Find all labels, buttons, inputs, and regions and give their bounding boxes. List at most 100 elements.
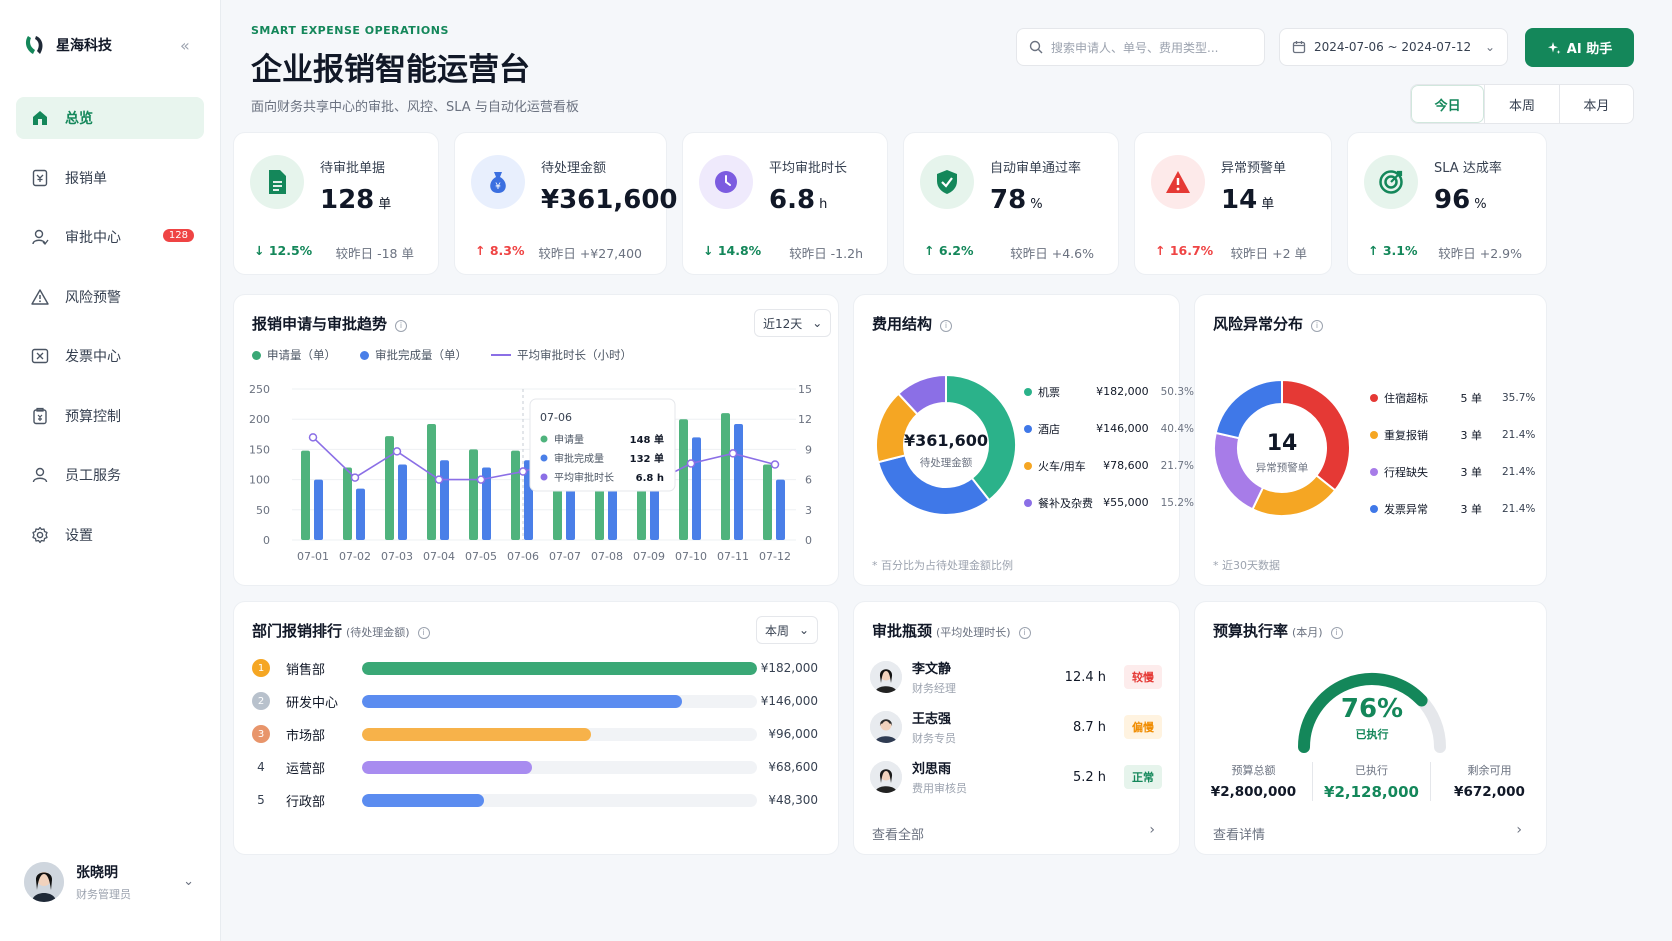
x-tick-label: 07-08 xyxy=(591,550,623,563)
rank-badge: 3 xyxy=(252,725,270,743)
sidebar-item-risk[interactable]: 风险预警 xyxy=(16,276,204,318)
legend-row[interactable]: 机票 ¥182,000 50.3% xyxy=(1024,373,1194,410)
bar-apply xyxy=(427,424,436,540)
legend-row[interactable]: 住宿超标 5 单 35.7% xyxy=(1370,379,1545,416)
progress-track xyxy=(362,661,757,675)
info-icon[interactable]: i xyxy=(417,627,430,639)
ranking-row[interactable]: 4 运营部 ¥68,600 xyxy=(252,757,818,777)
money-bag-icon: ¥ xyxy=(471,155,525,209)
bar-done xyxy=(776,479,785,540)
bar-done xyxy=(734,424,743,540)
kpi-card-pending-amount[interactable]: ¥ 待处理金额 ¥361,600 ↑ 8.3% 较昨日 +¥27,400 xyxy=(454,132,678,275)
legend-row[interactable]: 发票异常 3 单 21.4% xyxy=(1370,490,1545,527)
card-title: 审批瓶颈 (平均处理时长) i xyxy=(872,620,1031,641)
date-range-value: 2024-07-06 ~ 2024-07-12 xyxy=(1314,40,1472,54)
sidebar-item-label: 报销单 xyxy=(65,170,107,187)
ranking-row[interactable]: 1 销售部 ¥182,000 xyxy=(252,658,818,678)
period-tab-today[interactable]: 今日 xyxy=(1411,85,1485,123)
clock-icon xyxy=(699,155,753,209)
donut-center-value: ¥361,600 xyxy=(903,431,988,450)
sidebar-item-label: 员工服务 xyxy=(65,468,121,484)
ranking-row[interactable]: 2 研发中心 ¥146,000 xyxy=(252,691,818,711)
sidebar-item-budget[interactable]: 预算控制 xyxy=(16,395,204,437)
point-avg-time xyxy=(308,433,318,442)
kpi-card-risk-alerts[interactable]: 异常预警单 14 单 ↑ 16.7% 较昨日 +2 单 xyxy=(1134,132,1332,275)
view-all-link[interactable]: 查看全部 xyxy=(872,824,924,843)
brand-logo[interactable]: 星海科技 xyxy=(22,32,112,58)
approver-role: 财务专员 xyxy=(912,732,956,745)
trend-chart-card: 报销申请与审批趋势 i 近12天 ⌄ 申请量（单） 审批完成量（单） 平均审批时长（… xyxy=(233,294,839,586)
bottleneck-row[interactable]: 王志强 财务专员 8.7 h 偏慢 xyxy=(870,708,1162,746)
dept-name: 研发中心 xyxy=(286,695,339,711)
bar-apply xyxy=(469,449,478,540)
avatar xyxy=(24,862,64,902)
period-tab-week[interactable]: 本周 xyxy=(1484,85,1558,123)
x-tick-label: 07-06 xyxy=(507,550,539,563)
kpi-card-avg-time[interactable]: 平均审批时长 6.8 h ↓ 14.8% 较昨日 -1.2h xyxy=(682,132,888,275)
legend-row[interactable]: 行程缺失 3 单 21.4% xyxy=(1370,453,1545,490)
point-avg-time xyxy=(518,467,528,476)
bottleneck-row[interactable]: 刘思雨 费用审核员 5.2 h 正常 xyxy=(870,758,1162,796)
info-icon[interactable]: i xyxy=(940,320,953,332)
shield-check-icon xyxy=(920,155,974,209)
sidebar-item-label: 设置 xyxy=(65,527,93,544)
dept-name: 行政部 xyxy=(286,794,326,810)
kpi-trend: ↑ 8.3% xyxy=(475,243,525,258)
bar-apply xyxy=(679,419,688,540)
user-icon xyxy=(29,464,51,486)
chevron-right-icon[interactable]: › xyxy=(1149,822,1155,838)
main-content: SMART EXPENSE OPERATIONS 企业报销智能运营台 面向财务共… xyxy=(221,0,1672,941)
kpi-value: ¥361,600 xyxy=(541,185,678,215)
approver-role: 财务经理 xyxy=(912,682,956,695)
ranking-period-select[interactable]: 本周 ⌄ xyxy=(756,616,819,644)
donut-center-label: 待处理金额 xyxy=(919,457,973,469)
progress-fill xyxy=(362,661,757,675)
chevron-down-icon: ⌄ xyxy=(1484,40,1495,54)
legend-row[interactable]: 重复报销 3 单 21.4% xyxy=(1370,416,1545,453)
chevron-down-icon[interactable]: ⌄ xyxy=(183,874,194,889)
kpi-trend: ↑ 6.2% xyxy=(924,243,974,258)
legend-row[interactable]: 酒店 ¥146,000 40.4% xyxy=(1024,410,1194,447)
kpi-compare: 较昨日 +2.9% xyxy=(1438,246,1522,261)
bottleneck-row[interactable]: 李文静 财务经理 12.4 h 较慢 xyxy=(870,658,1162,696)
sidebar-item-employee[interactable]: 员工服务 xyxy=(16,454,204,496)
info-icon[interactable]: i xyxy=(1330,627,1343,639)
period-tab-month[interactable]: 本月 xyxy=(1558,85,1633,123)
chevron-right-icon[interactable]: › xyxy=(1516,822,1522,838)
sidebar-item-overview[interactable]: 总览 xyxy=(16,97,204,139)
dept-ranking-card: 部门报销排行 (待处理金额) i 本周 ⌄ 1 销售部 ¥182,000 2 研发中心 ¥146… xyxy=(233,601,839,855)
progress-track xyxy=(362,793,757,807)
approver-role: 费用审核员 xyxy=(912,782,967,795)
kpi-value: 78% xyxy=(990,185,1043,215)
ai-assistant-button[interactable]: AI 助手 xyxy=(1525,28,1634,67)
user-profile[interactable]: 张晓明 财务管理员 ⌄ xyxy=(24,862,194,902)
info-icon[interactable]: i xyxy=(1311,320,1324,332)
chart-tooltip: 07-06 申请量 148 单审批完成量 132 单平均审批时长 6.8 h xyxy=(529,398,676,492)
kpi-card-auto-pass[interactable]: 自动审单通过率 78% ↑ 6.2% 较昨日 +4.6% xyxy=(903,132,1119,275)
kpi-label: SLA 达成率 xyxy=(1434,161,1502,176)
date-range-picker[interactable]: 2024-07-06 ~ 2024-07-12 ⌄ xyxy=(1279,28,1508,66)
sidebar-item-approval[interactable]: 审批中心 128 xyxy=(16,216,204,258)
kpi-card-pending-docs[interactable]: 待审批单据 128 单 ↓ 12.5% 较昨日 -18 单 xyxy=(233,132,439,275)
ranking-row[interactable]: 3 市场部 ¥96,000 xyxy=(252,724,818,744)
legend-row[interactable]: 餐补及杂费 ¥55,000 15.2% xyxy=(1024,484,1194,521)
sidebar-item-invoice[interactable]: 发票中心 xyxy=(16,335,204,377)
x-tick-label: 07-12 xyxy=(759,550,791,563)
legend-row[interactable]: 火车/用车 ¥78,600 21.7% xyxy=(1024,447,1194,484)
dept-amount: ¥146,000 xyxy=(760,694,818,708)
target-icon xyxy=(1364,155,1418,209)
sidebar-item-settings[interactable]: 设置 xyxy=(16,514,204,556)
calendar-icon xyxy=(1292,41,1306,54)
kpi-trend: ↓ 12.5% xyxy=(254,243,313,258)
kpi-card-sla[interactable]: SLA 达成率 96% ↑ 3.1% 较昨日 +2.9% xyxy=(1347,132,1547,275)
info-icon[interactable]: i xyxy=(1018,627,1031,639)
chart-note: * 百分比为占待处理金额比例 xyxy=(872,559,1013,572)
search-input[interactable]: 搜索申请人、单号、费用类型... xyxy=(1016,28,1265,66)
avatar xyxy=(870,711,902,743)
view-details-link[interactable]: 查看详情 xyxy=(1213,824,1265,843)
collapse-sidebar-icon[interactable]: « xyxy=(180,36,190,55)
bar-apply xyxy=(301,450,310,540)
ranking-row[interactable]: 5 行政部 ¥48,300 xyxy=(252,790,818,810)
warning-icon xyxy=(29,286,51,308)
sidebar-item-expense[interactable]: 报销单 xyxy=(16,157,204,199)
